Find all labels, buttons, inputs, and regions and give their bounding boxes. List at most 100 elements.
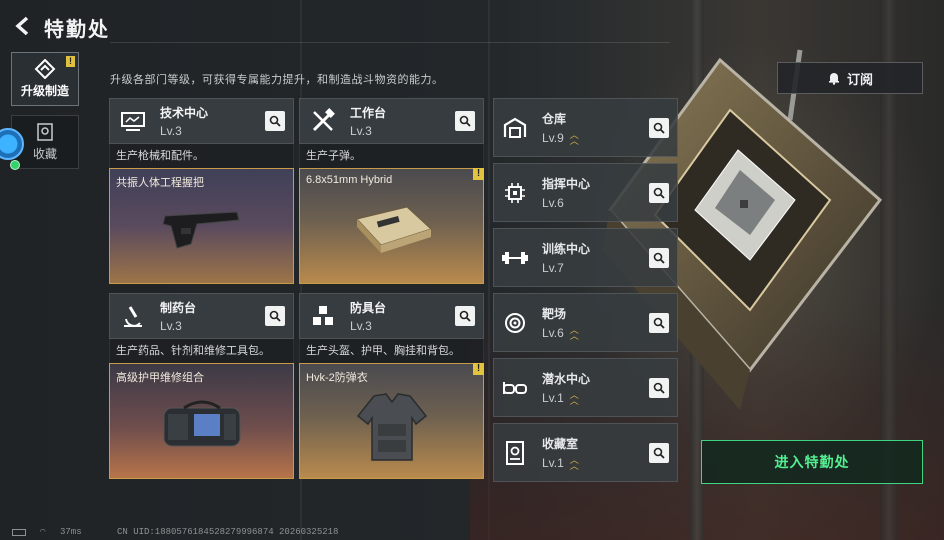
warehouse-icon — [498, 111, 532, 145]
inspect-button[interactable] — [649, 443, 669, 463]
facility-level: Lv.1 — [542, 456, 564, 470]
ammo-box-icon — [355, 206, 432, 253]
page-title: 特勤处 — [44, 19, 110, 41]
search-icon — [459, 115, 471, 127]
workshop-description: 生产头盔、护甲、胸挂和背包。 — [299, 339, 484, 363]
inspect-button[interactable] — [649, 118, 669, 138]
workshop-name: 防具台 — [350, 301, 387, 315]
intro-text: 升级各部门等级，可获得专属能力提升，和制造战斗物资的能力。 — [110, 74, 444, 86]
workshop-card-workbench: 工作台 Lv.3 生产子弹。 ! 6.8x51mm Hybrid — [299, 98, 484, 284]
craft-slot[interactable]: ! 6.8x51mm Hybrid — [299, 168, 484, 284]
facility-name: 仓库 — [542, 112, 567, 126]
notice-badge: ! — [473, 363, 484, 375]
facility-level: Lv.1 — [542, 391, 564, 405]
search-icon — [459, 310, 471, 322]
uid-readout: CN UID:1880576184528279996874 2026032521… — [117, 527, 339, 537]
tools-icon — [306, 104, 340, 138]
facility-name: 训练中心 — [542, 242, 591, 256]
search-icon — [653, 317, 665, 329]
notice-badge: ! — [66, 56, 75, 67]
workshop-name: 技术中心 — [160, 106, 209, 120]
workshop-description: 生产枪械和配件。 — [109, 144, 294, 168]
workshop-level: Lv.3 — [160, 124, 182, 138]
facility-level: Lv.7 — [542, 261, 564, 275]
workshop-header[interactable]: 制药台 Lv.3 — [109, 293, 294, 339]
facility-warehouse[interactable]: 仓库 Lv.9 ︿ ︿ — [493, 98, 678, 157]
inspect-button[interactable] — [265, 306, 285, 326]
upgrade-available-icon: ︿ ︿ — [569, 130, 579, 146]
tab-upgrade-craft[interactable]: ! 升级制造 — [11, 52, 79, 106]
facility-name: 指挥中心 — [542, 177, 591, 191]
online-status-icon — [10, 160, 20, 170]
inspect-button[interactable] — [649, 378, 669, 398]
workshop-card-tech-center: 技术中心 Lv.3 生产枪械和配件。 共振人体工程握把 — [109, 98, 294, 284]
facility-collection-room[interactable]: 收藏室 Lv.1 ︿ ︿ — [493, 423, 678, 482]
grip-item-icon — [161, 211, 240, 249]
craft-item-name: 共振人体工程握把 — [116, 177, 204, 189]
battery-icon — [12, 529, 26, 536]
search-icon — [653, 122, 665, 134]
facility-level: Lv.6 — [542, 326, 564, 340]
status-bar: ◠ 37ms CN UID:1880576184528279996874 202… — [0, 526, 944, 540]
back-button[interactable] — [10, 13, 36, 39]
workshop-header[interactable]: 技术中心 Lv.3 — [109, 98, 294, 144]
wifi-icon: ◠ — [40, 527, 46, 537]
cubes-icon — [306, 299, 340, 333]
microscope-icon — [116, 299, 150, 333]
tab-label: 升级制造 — [20, 84, 69, 98]
search-icon — [653, 382, 665, 394]
enter-base-button[interactable]: 进入特勤处 — [701, 440, 923, 484]
workshop-level: Lv.3 — [160, 319, 182, 333]
facility-diving-center[interactable]: 潜水中心 Lv.1 ︿ ︿ — [493, 358, 678, 417]
upgrade-available-icon: ︿ ︿ — [569, 390, 579, 406]
workshop-name: 制药台 — [160, 301, 197, 315]
display-case-icon — [498, 436, 532, 470]
search-icon — [653, 252, 665, 264]
monitor-icon — [116, 104, 150, 138]
craft-item-name: 6.8x51mm Hybrid — [306, 174, 393, 186]
repair-kit-bag-icon — [163, 400, 240, 447]
facility-training-center[interactable]: 训练中心 Lv.7 — [493, 228, 678, 287]
tab-label: 收藏 — [32, 147, 57, 161]
search-icon — [269, 115, 281, 127]
back-arrow-icon — [15, 16, 29, 36]
inspect-button[interactable] — [649, 313, 669, 333]
craft-slot[interactable]: 高级护甲维修组合 — [109, 363, 294, 479]
workshop-header[interactable]: 工作台 Lv.3 — [299, 98, 484, 144]
craft-item-name: Hvk-2防弹衣 — [306, 372, 368, 384]
craft-slot[interactable]: 共振人体工程握把 — [109, 168, 294, 284]
body-armor-icon — [356, 393, 427, 461]
upgrade-available-icon: ︿ ︿ — [569, 455, 579, 471]
inspect-button[interactable] — [265, 111, 285, 131]
bell-icon — [828, 73, 839, 85]
search-icon — [269, 310, 281, 322]
ping-readout: 37ms — [60, 527, 82, 537]
inspect-button[interactable] — [649, 183, 669, 203]
notice-badge: ! — [473, 168, 484, 180]
search-icon — [653, 447, 665, 459]
subscribe-label: 订阅 — [846, 71, 873, 87]
search-icon — [653, 187, 665, 199]
upgrade-available-icon: ︿ ︿ — [569, 325, 579, 341]
facility-name: 靶场 — [542, 307, 567, 321]
subscribe-button[interactable]: 订阅 — [777, 62, 923, 94]
target-icon — [498, 306, 532, 340]
facility-command-center[interactable]: 指挥中心 Lv.6 — [493, 163, 678, 222]
craft-item-name: 高级护甲维修组合 — [116, 372, 204, 384]
upgrade-hammer-icon — [34, 59, 56, 79]
workshop-level: Lv.3 — [350, 124, 372, 138]
craft-slot[interactable]: ! Hvk-2防弹衣 — [299, 363, 484, 479]
display-case-icon — [37, 123, 53, 141]
workshop-description: 生产药品、针剂和维修工具包。 — [109, 339, 294, 363]
workshop-card-pharmacy: 制药台 Lv.3 生产药品、针剂和维修工具包。 高级护甲维修组合 — [109, 293, 294, 479]
facility-shooting-range[interactable]: 靶场 Lv.6 ︿ ︿ — [493, 293, 678, 352]
inspect-button[interactable] — [455, 111, 475, 131]
workshop-level: Lv.3 — [350, 319, 372, 333]
inspect-button[interactable] — [649, 248, 669, 268]
workshop-header[interactable]: 防具台 Lv.3 — [299, 293, 484, 339]
inspect-button[interactable] — [455, 306, 475, 326]
goggles-icon — [498, 371, 532, 405]
facility-name: 潜水中心 — [542, 372, 591, 386]
dumbbell-icon — [498, 241, 532, 275]
facility-name: 收藏室 — [542, 437, 579, 451]
